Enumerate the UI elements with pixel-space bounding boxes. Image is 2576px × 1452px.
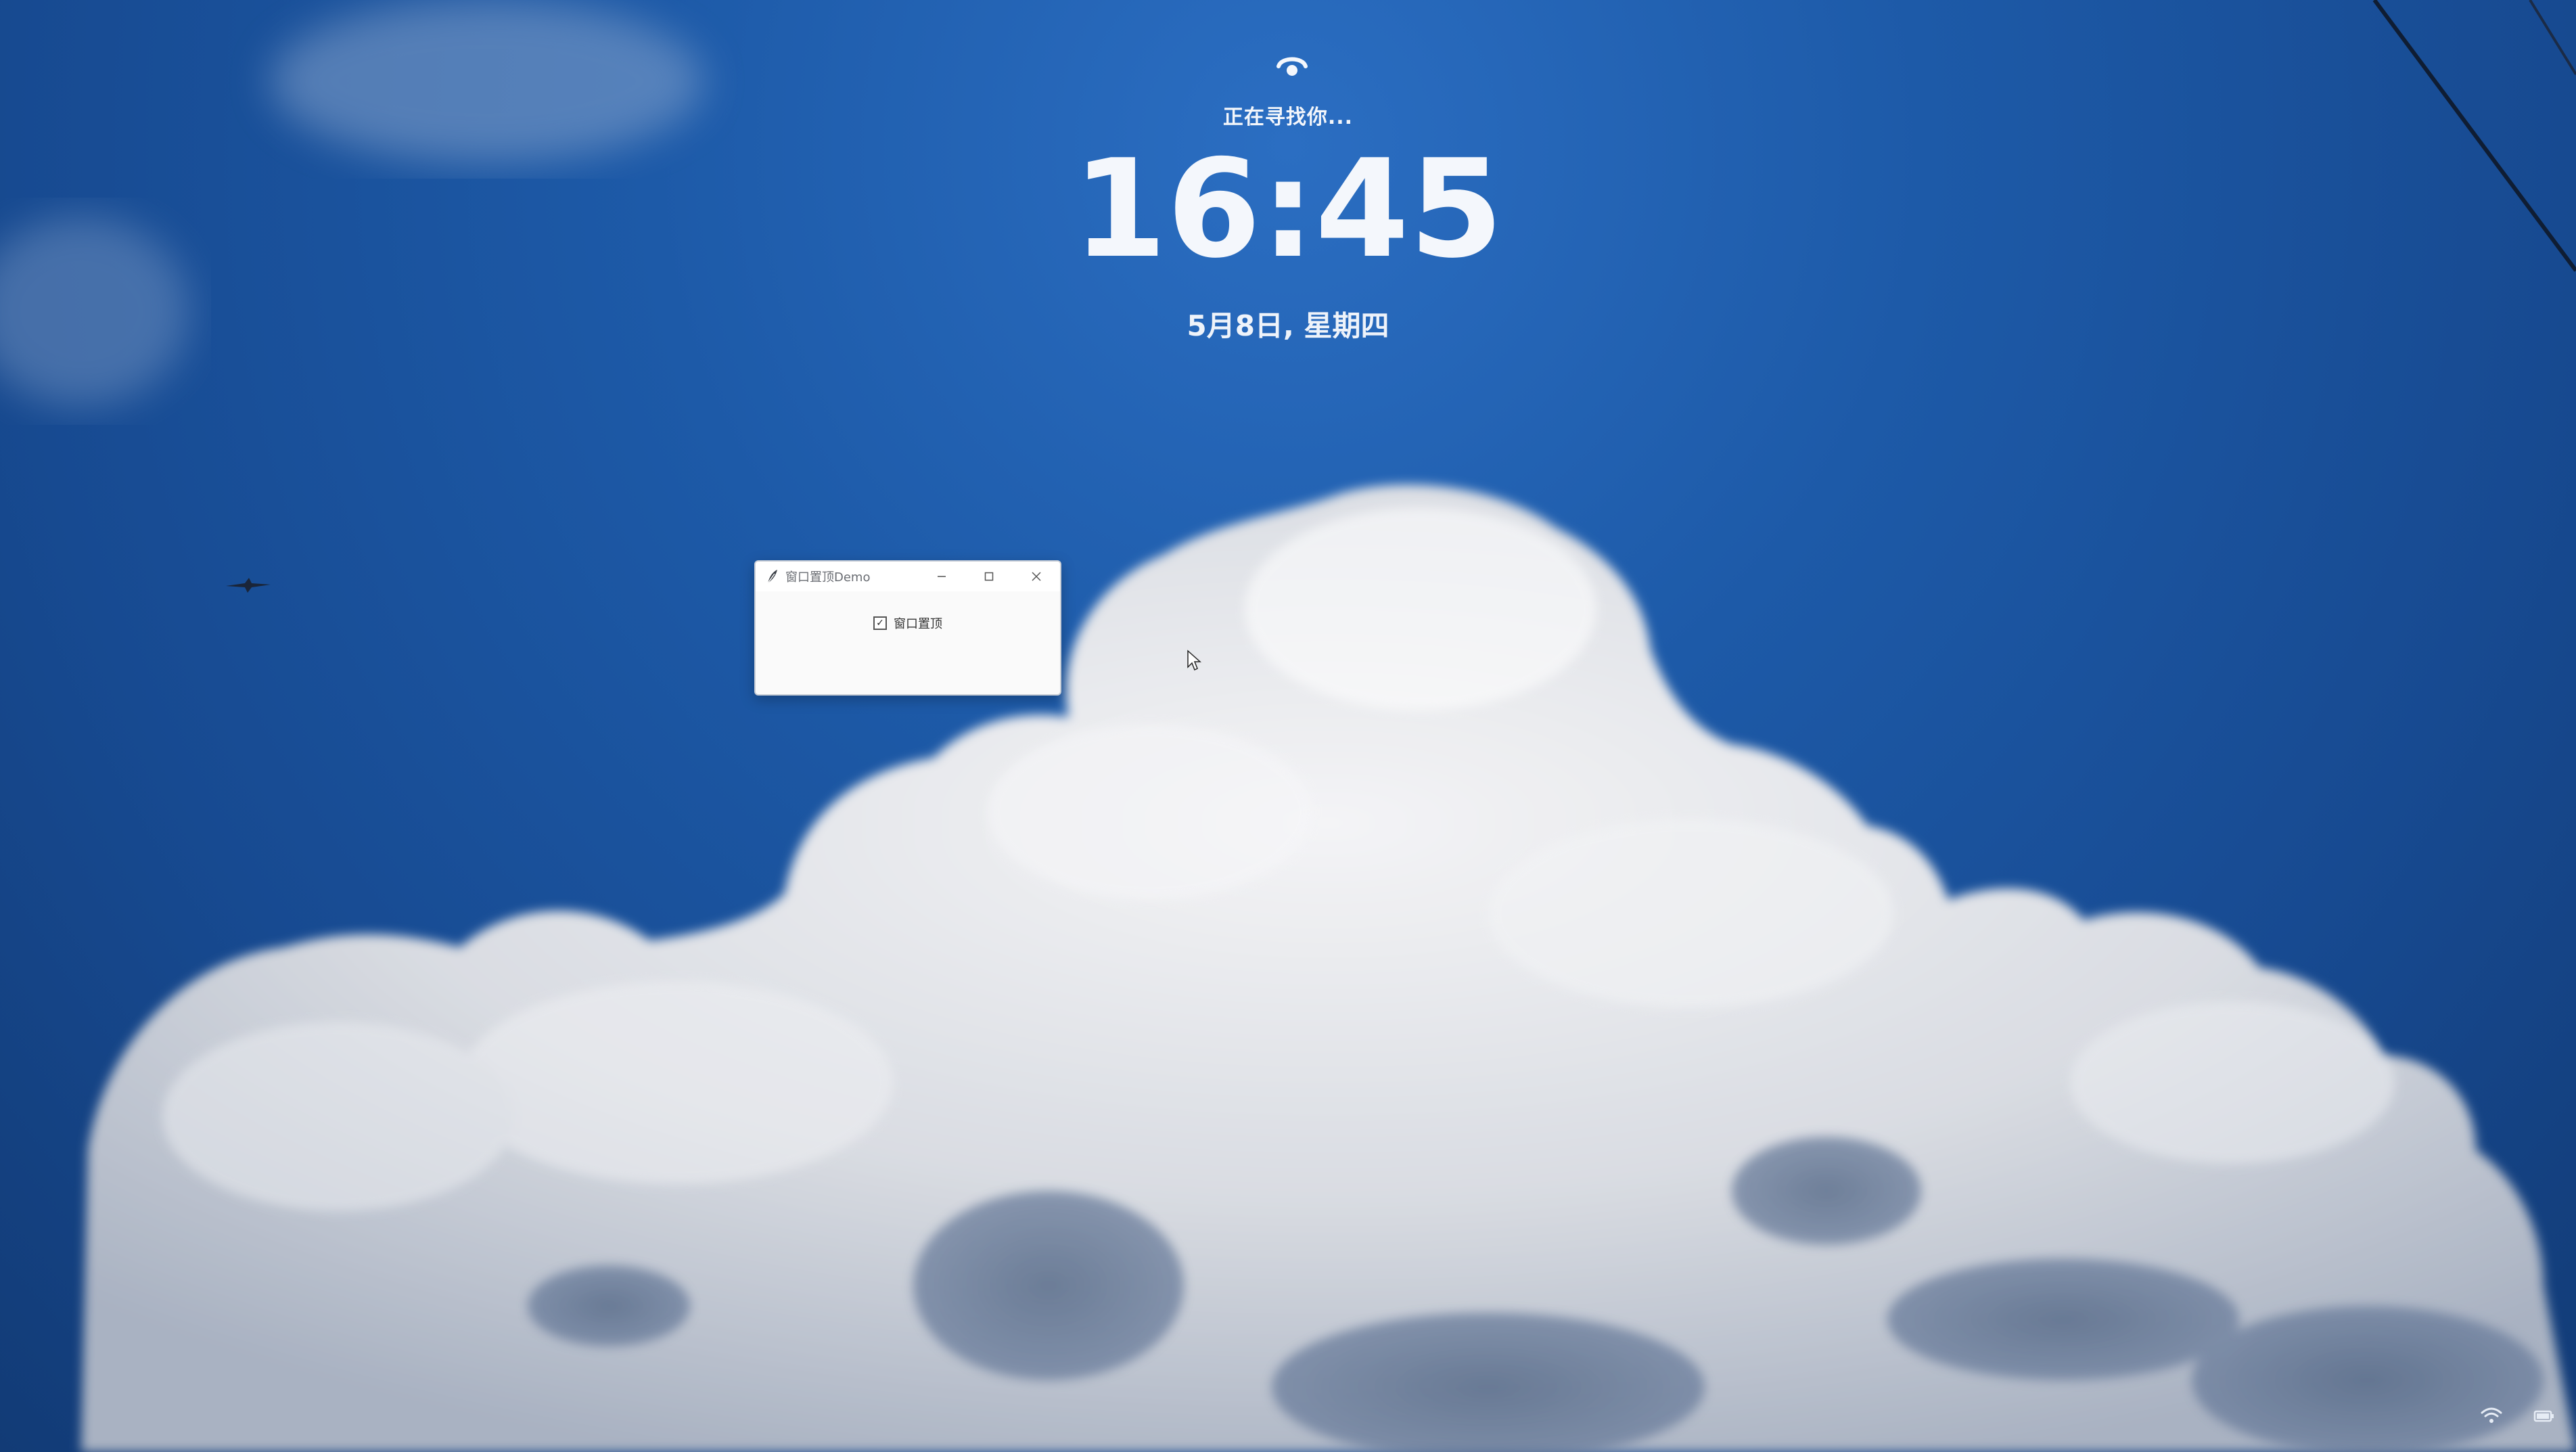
window-title: 窗口置顶Demo <box>785 570 871 585</box>
bird-silhouette <box>226 578 271 593</box>
lock-screen-date: 5月8日, 星期四 <box>1187 309 1389 342</box>
face-recognition-icon <box>1276 57 1308 76</box>
close-button[interactable] <box>1013 562 1060 591</box>
window-body: ✓ 窗口置顶 <box>756 591 1060 693</box>
window-titlebar[interactable]: 窗口置顶Demo <box>756 562 1060 591</box>
topmost-checkbox-label[interactable]: 窗口置顶 <box>894 614 942 632</box>
minimize-icon <box>938 576 946 577</box>
topmost-checkbox[interactable]: ✓ <box>873 616 887 630</box>
lock-screen-clock: 16:45 <box>1072 131 1504 288</box>
face-scan-status: 正在寻找你... <box>1222 106 1354 129</box>
caption-buttons <box>918 562 1060 591</box>
battery-icon <box>2533 1410 2554 1422</box>
feather-icon <box>767 570 777 584</box>
wifi-icon <box>2481 1407 2502 1423</box>
checkmark-icon: ✓ <box>876 618 884 629</box>
maximize-icon <box>984 572 994 581</box>
topmost-checkbox-row[interactable]: ✓ 窗口置顶 <box>756 614 1060 632</box>
topmost-demo-window[interactable]: 窗口置顶Demo ✓ 窗口置顶 <box>754 560 1061 696</box>
lock-screen: 正在寻找你... 16:45 5月8日, 星期四 窗口置顶Demo ✓ 窗口置顶 <box>0 0 2576 1452</box>
maximize-button[interactable] <box>965 562 1013 591</box>
close-icon <box>1032 572 1041 581</box>
minimize-button[interactable] <box>918 562 965 591</box>
system-tray <box>2480 1406 2556 1425</box>
mouse-cursor-icon <box>1187 650 1201 671</box>
